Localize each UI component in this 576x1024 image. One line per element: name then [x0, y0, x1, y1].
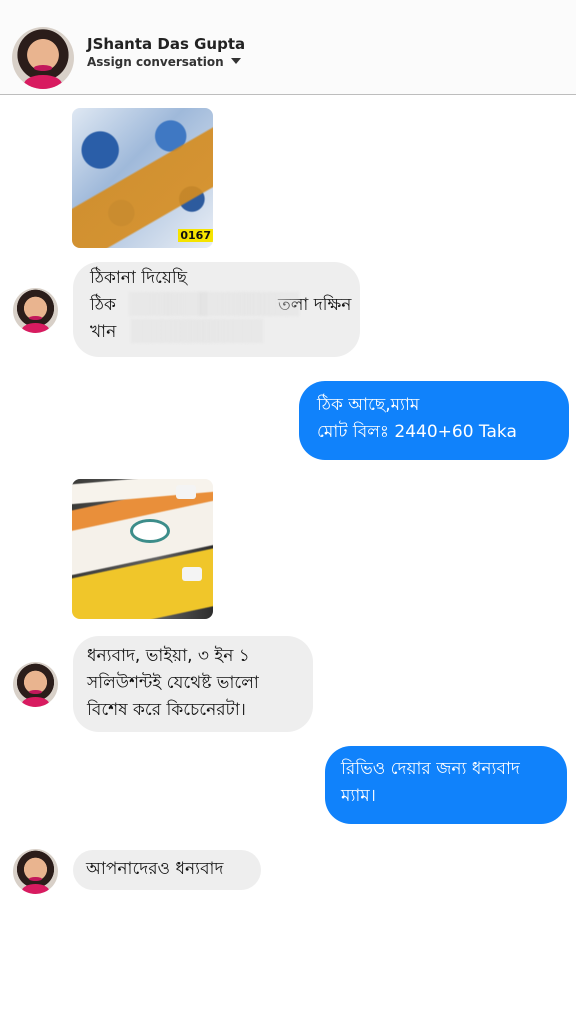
- message-line: ম্যাম।: [341, 786, 376, 806]
- message-line: রিভিও দেয়ার জন্য ধন্যবাদ: [341, 759, 520, 779]
- incoming-message-bubble[interactable]: ধন্যবাদ, ভাইয়া, ৩ ইন ১ সলিউশন্টই যেথেষ্…: [73, 636, 313, 732]
- incoming-image-message[interactable]: [72, 479, 213, 619]
- assign-conversation-label: Assign conversation: [87, 55, 224, 69]
- incoming-image-message[interactable]: 0167: [72, 108, 213, 248]
- incoming-message-bubble[interactable]: আপনাদেরও ধন্যবাদ: [73, 850, 261, 890]
- caret-down-icon: [230, 58, 241, 64]
- message-line: আপনাদেরও ধন্যবাদ: [86, 859, 224, 879]
- image-overlay-text: 0167: [178, 229, 213, 242]
- message-line: মোট বিলঃ 2440+60 Taka: [317, 422, 517, 442]
- message-line: ধন্যবাদ, ভাইয়া, ৩ ইন ১: [87, 646, 250, 666]
- redacted-area: [129, 292, 207, 316]
- conversation-header: JShanta Das Gupta Assign conversation: [0, 0, 576, 95]
- assign-conversation-dropdown[interactable]: Assign conversation: [87, 55, 241, 69]
- outgoing-message-bubble[interactable]: রিভিও দেয়ার জন্য ধন্যবাদ ম্যাম।: [325, 746, 567, 824]
- redacted-area: [199, 292, 299, 316]
- message-line: ঠিকানা দিয়েছি: [90, 268, 188, 288]
- product-logo: [130, 519, 170, 543]
- bottle-cap: [176, 485, 196, 499]
- sender-avatar: [13, 288, 58, 333]
- contact-avatar[interactable]: [12, 27, 74, 89]
- contact-name[interactable]: JShanta Das Gupta: [87, 35, 245, 53]
- sender-avatar: [13, 662, 58, 707]
- message-line: ঠিক আছে,ম্যাম: [317, 395, 420, 415]
- message-line: সলিউশন্টই যেথেষ্ট ভালো: [87, 673, 259, 693]
- message-line: বিশেষ করে কিচেনেরটা।: [87, 700, 246, 720]
- redacted-area: [131, 319, 263, 343]
- sender-avatar: [13, 849, 58, 894]
- incoming-message-bubble[interactable]: ঠিকানা দিয়েছি ঠিক তলা দক্ষিন খান: [73, 262, 360, 357]
- bottle-cap: [182, 567, 202, 581]
- outgoing-message-bubble[interactable]: ঠিক আছে,ম্যাম মোট বিলঃ 2440+60 Taka: [299, 381, 569, 460]
